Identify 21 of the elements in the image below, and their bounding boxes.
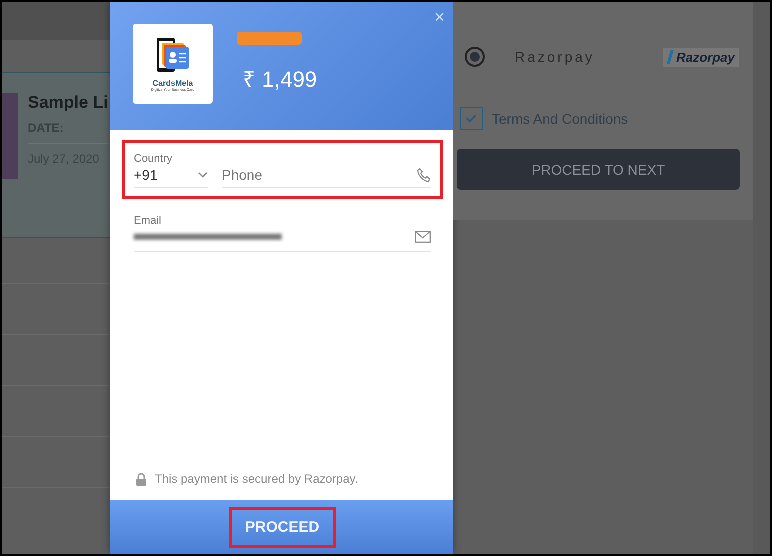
country-select[interactable]: Country +91 [134,153,208,188]
check-icon [466,114,477,123]
phone-field[interactable]: Phone [222,167,372,183]
email-field[interactable]: Email [134,215,431,252]
chevron-down-icon [198,172,208,178]
proceed-button[interactable]: PROCEED [229,506,336,548]
envelope-icon [415,231,431,243]
phone-icon [417,168,431,182]
radio-button[interactable] [465,47,485,67]
close-button[interactable]: × [432,7,447,28]
brand-name: CardsMela [152,78,194,88]
security-note: This payment is secured by Razorpay. [155,472,358,486]
card-title: Sample Li [28,93,108,113]
checkbox[interactable] [460,107,483,130]
proceed-to-next-button[interactable]: PROCEED TO NEXT [457,149,740,190]
redacted-name [237,32,302,45]
payment-logo: Razorpay [663,48,739,66]
lock-icon [136,472,147,486]
amount: ₹ 1,499 [242,66,318,93]
terms-label: Terms And Conditions [492,110,628,126]
payment-option-label: Razorpay [515,49,595,65]
